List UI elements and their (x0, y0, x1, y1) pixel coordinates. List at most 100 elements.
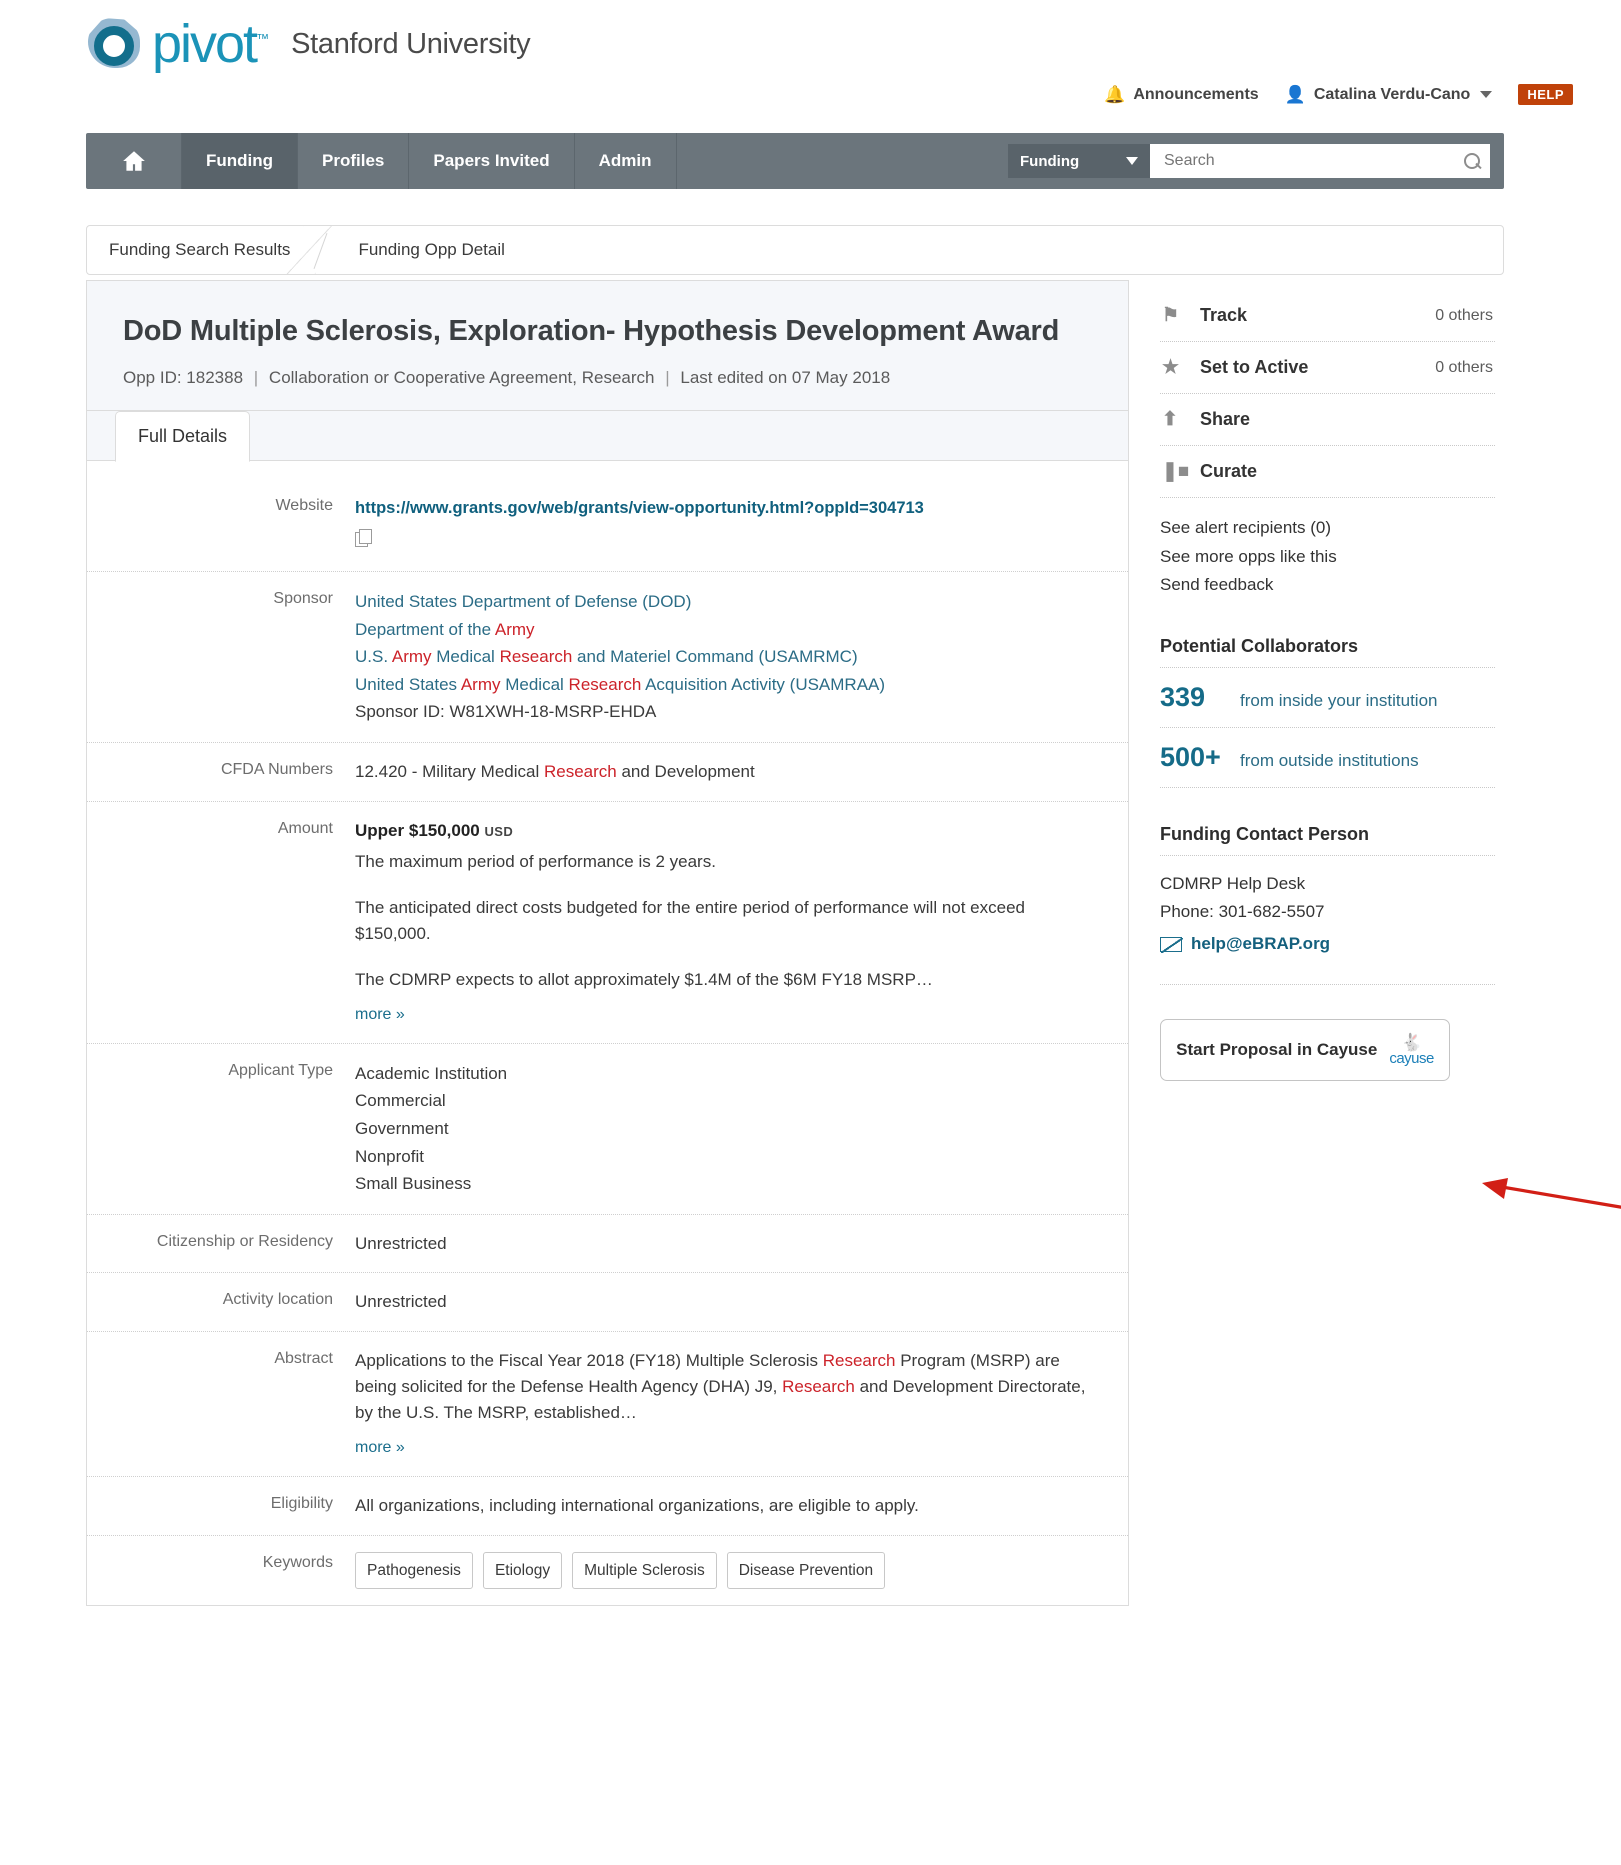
sidebar-action-curate[interactable]: ❚■ Curate (1160, 446, 1495, 498)
pivot-logo-icon (86, 14, 146, 74)
keyword-chip[interactable]: Pathogenesis (355, 1551, 473, 1590)
trademark-mark: ™ (256, 31, 269, 46)
chevron-down-icon (1480, 91, 1493, 98)
row-label: Applicant Type (228, 1061, 333, 1079)
annotation-arrow (1478, 1172, 1621, 1227)
sidebar-action-count: 0 others (1435, 358, 1493, 376)
collaborators-inside-row[interactable]: 339 from inside your institution (1160, 668, 1495, 728)
sidebar-divider (1160, 984, 1495, 986)
collaborators-inside-count: 339 (1160, 681, 1206, 712)
applicant-type-item: Small Business (355, 1174, 472, 1194)
meta-separator: | (253, 368, 259, 388)
keyword-chip[interactable]: Etiology (482, 1551, 563, 1590)
amount-currency: USD (484, 823, 514, 839)
detail-sidebar: ⚑ Track 0 others ★ Set to Active 0 other… (1160, 290, 1495, 1082)
nav-tab-papers-invited[interactable]: Papers Invited (409, 133, 575, 189)
row-value: 12.420 - Military Medical Research and D… (355, 761, 755, 781)
institution-name: Stanford University (291, 27, 531, 60)
abstract-more-link[interactable]: more » (355, 1436, 405, 1460)
breadcrumb-separator (310, 226, 336, 274)
collaborators-inside-label: from inside your institution (1240, 690, 1438, 710)
collaborators-outside-label: from outside institutions (1240, 750, 1419, 770)
announcements-link[interactable]: 🔔 Announcements (1104, 85, 1259, 105)
copy-icon[interactable] (355, 529, 373, 548)
detail-row-eligibility: Eligibility All organizations, including… (87, 1477, 1128, 1536)
user-name-label: Catalina Verdu-Cano (1313, 85, 1471, 103)
cayuse-button-label: Start Proposal in Cayuse (1176, 1040, 1378, 1060)
row-label: Website (275, 497, 333, 515)
search-input[interactable] (1162, 151, 1463, 171)
utility-bar: 🔔 Announcements 👤 Catalina Verdu-Cano HE… (1104, 84, 1573, 105)
sponsor-link-4[interactable]: United States Army Medical Research Acqu… (355, 671, 885, 699)
sidebar-action-share[interactable]: ⬆ Share (1160, 394, 1495, 446)
brand-logo[interactable]: pivot™ Stanford University (86, 14, 531, 74)
row-label: Amount (277, 819, 333, 837)
sidebar-action-label: Track (1200, 305, 1248, 325)
page-header: pivot™ Stanford University 🔔 Announcemen… (0, 0, 1621, 112)
nav-tab-admin[interactable]: Admin (575, 133, 677, 189)
home-icon (122, 151, 145, 171)
contact-email-link[interactable]: help@eBRAP.org (1191, 930, 1330, 958)
row-value: Applications to the Fiscal Year 2018 (FY… (355, 1348, 1088, 1460)
nav-tab-label: Admin (598, 151, 652, 170)
opp-id: Opp ID: 182388 (123, 368, 244, 388)
keyword-chip[interactable]: Multiple Sclerosis (572, 1551, 717, 1590)
detail-tabs: Full Details (87, 411, 1128, 463)
detail-row-keywords: Keywords Pathogenesis Etiology Multiple … (87, 1536, 1128, 1606)
detail-rows: Website https://www.grants.gov/web/grant… (87, 461, 1128, 1605)
row-value: All organizations, including internation… (355, 1496, 919, 1516)
nav-tab-profiles[interactable]: Profiles (298, 133, 410, 189)
collaborators-outside-row[interactable]: 500+ from outside institutions (1160, 728, 1495, 788)
sidebar-action-label: Set to Active (1200, 357, 1309, 377)
tab-full-details[interactable]: Full Details (115, 411, 251, 463)
bell-icon: 🔔 (1104, 84, 1126, 104)
opportunity-header: DoD Multiple Sclerosis, Exploration- Hyp… (87, 281, 1128, 412)
nav-tab-label: Papers Invited (433, 151, 550, 170)
send-feedback-link[interactable]: Send feedback (1160, 571, 1495, 600)
user-icon: 👤 (1284, 84, 1306, 104)
detail-row-website: Website https://www.grants.gov/web/grant… (87, 479, 1128, 573)
search-icon[interactable] (1463, 152, 1482, 171)
see-alert-recipients-link[interactable]: See alert recipients (0) (1160, 514, 1495, 543)
sidebar-action-set-to-active[interactable]: ★ Set to Active 0 others (1160, 342, 1495, 394)
start-proposal-cayuse-button[interactable]: Start Proposal in Cayuse 🐇 cayuse (1160, 1019, 1450, 1082)
envelope-icon (1160, 936, 1183, 953)
nav-home-button[interactable] (86, 133, 182, 189)
sidebar-action-track[interactable]: ⚑ Track 0 others (1160, 290, 1495, 342)
contact-phone: Phone: 301-682-5507 (1160, 901, 1325, 921)
flag-icon: ⚑ (1162, 305, 1180, 326)
amount-value: $150,000 (408, 820, 480, 840)
applicant-type-item: Nonprofit (355, 1146, 424, 1166)
website-link[interactable]: https://www.grants.gov/web/grants/view-o… (355, 499, 924, 517)
sponsor-link-1[interactable]: United States Department of Defense (DOD… (355, 588, 885, 616)
announcements-label: Announcements (1133, 85, 1259, 103)
keyword-chip[interactable]: Disease Prevention (726, 1551, 886, 1590)
amount-more-link[interactable]: more » (355, 1003, 405, 1027)
row-label: CFDA Numbers (220, 760, 333, 778)
sponsor-link-3[interactable]: U.S. Army Medical Research and Materiel … (355, 643, 885, 671)
row-label: Keywords (262, 1553, 333, 1571)
chevron-down-icon (1126, 157, 1138, 165)
detail-row-amount: Amount Upper $150,000 USD The maximum pe… (87, 802, 1128, 1044)
main-navigation: Funding Profiles Papers Invited Admin Fu… (86, 133, 1504, 189)
help-button[interactable]: HELP (1518, 84, 1573, 105)
detail-row-citizenship: Citizenship or Residency Unrestricted (87, 1215, 1128, 1274)
search-scope-select[interactable]: Funding (1008, 144, 1150, 178)
detail-row-sponsor: Sponsor United States Department of Defe… (87, 572, 1128, 743)
opp-last-edited: Last edited on 07 May 2018 (680, 368, 891, 388)
breadcrumb-item-search-results[interactable]: Funding Search Results (87, 226, 310, 274)
keyword-list: Pathogenesis Etiology Multiple Sclerosis… (355, 1551, 886, 1590)
detail-row-applicant-type: Applicant Type Academic Institution Comm… (87, 1044, 1128, 1215)
contact-email-row[interactable]: help@eBRAP.org (1160, 930, 1495, 958)
applicant-type-item: Government (355, 1119, 449, 1139)
nav-tab-label: Funding (206, 151, 274, 170)
opportunity-meta: Opp ID: 182388 | Collaboration or Cooper… (123, 368, 1092, 388)
row-value: Unrestricted (355, 1233, 447, 1253)
user-menu[interactable]: 👤 Catalina Verdu-Cano (1285, 85, 1493, 105)
opp-type: Collaboration or Cooperative Agreement, … (268, 368, 655, 388)
see-more-opps-link[interactable]: See more opps like this (1160, 543, 1495, 572)
row-value: https://www.grants.gov/web/grants/view-o… (355, 495, 924, 555)
sponsor-id: Sponsor ID: W81XWH-18-MSRP-EHDA (355, 702, 657, 722)
sponsor-link-2[interactable]: Department of the Army (355, 616, 885, 644)
nav-tab-funding[interactable]: Funding (182, 133, 299, 189)
